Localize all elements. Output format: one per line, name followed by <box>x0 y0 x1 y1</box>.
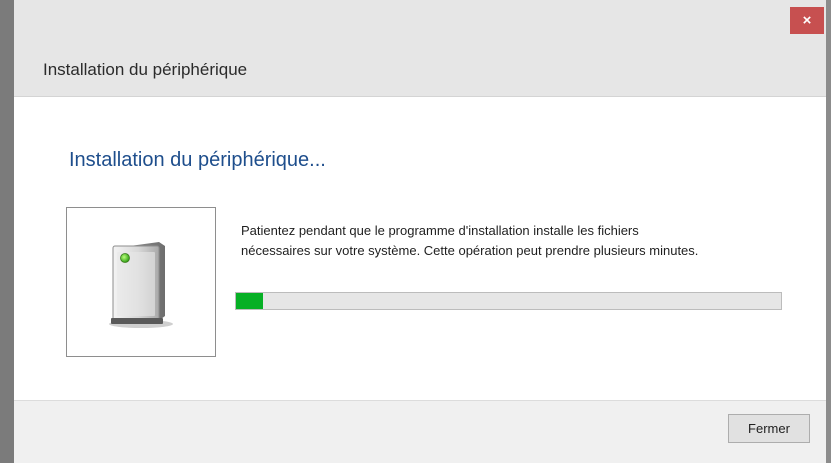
device-image-frame <box>66 207 216 357</box>
close-button[interactable]: Fermer <box>728 414 810 443</box>
window-frame-right <box>826 0 831 463</box>
progress-bar <box>235 292 782 310</box>
status-message-line2: nécessaires sur votre système. Cette opé… <box>241 243 699 258</box>
window-title: Installation du périphérique <box>43 60 248 79</box>
install-dialog-window: × Installation du périphérique Installat… <box>0 0 831 463</box>
status-message: Patientez pendant que le programme d'ins… <box>241 221 801 261</box>
page-heading: Installation du périphérique... <box>69 149 326 171</box>
window-close-button[interactable]: × <box>790 7 824 34</box>
titlebar <box>0 0 831 97</box>
device-tower-icon <box>109 242 173 328</box>
window-frame-left <box>0 0 14 463</box>
status-message-line1: Patientez pendant que le programme d'ins… <box>241 223 639 238</box>
dialog-footer <box>14 400 826 463</box>
progress-bar-fill <box>236 293 264 309</box>
close-icon: × <box>802 12 812 29</box>
